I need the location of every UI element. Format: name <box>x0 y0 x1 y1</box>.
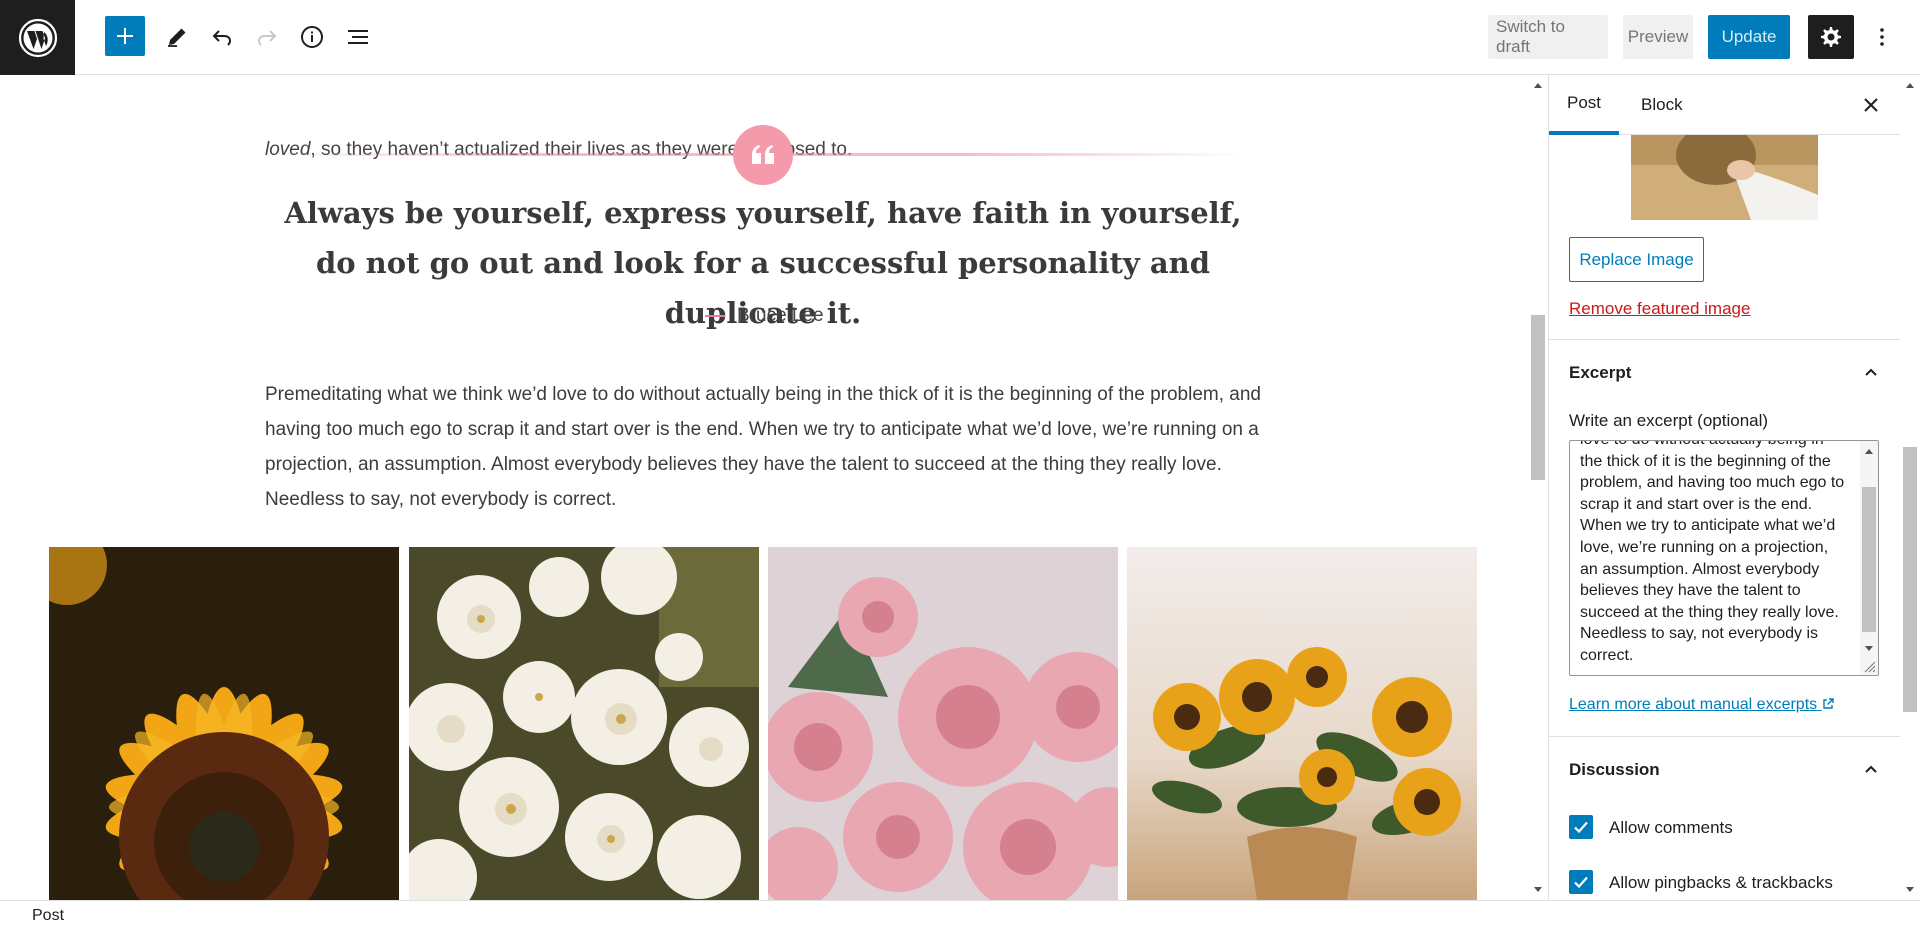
external-link-icon <box>1822 698 1834 709</box>
sidebar-tabs: Post Block <box>1549 75 1900 135</box>
editor-header: Switch to draft Preview Update <box>0 0 1920 75</box>
remove-featured-image-link[interactable]: Remove featured image <box>1569 299 1750 319</box>
scroll-up-arrow-icon[interactable] <box>1900 78 1920 92</box>
update-button[interactable]: Update <box>1708 15 1790 59</box>
add-block-button[interactable] <box>105 16 145 56</box>
preview-button[interactable]: Preview <box>1623 15 1693 59</box>
gear-icon <box>1821 27 1841 47</box>
chevron-up-icon[interactable] <box>1859 757 1883 781</box>
settings-button[interactable] <box>1808 15 1854 59</box>
citation-dash <box>705 315 725 317</box>
close-sidebar-button[interactable] <box>1851 85 1891 125</box>
switch-to-draft-button[interactable]: Switch to draft <box>1488 15 1608 59</box>
canvas-scrollbar-thumb[interactable] <box>1531 315 1545 480</box>
quote-icon <box>733 125 793 185</box>
scroll-down-arrow-icon[interactable] <box>1860 643 1878 655</box>
pencil-icon <box>168 28 186 47</box>
sidebar-scrollbar-thumb[interactable] <box>1903 447 1917 712</box>
list-view-icon <box>348 30 368 44</box>
tools-button[interactable] <box>157 17 197 57</box>
scroll-down-arrow-icon[interactable] <box>1900 883 1920 897</box>
chevron-up-icon[interactable] <box>1859 360 1883 384</box>
scroll-down-arrow-icon[interactable] <box>1528 883 1548 897</box>
panel-divider <box>1549 736 1900 737</box>
gallery-image-sunflower-vase[interactable] <box>1127 547 1477 900</box>
allow-comments-label[interactable]: Allow comments <box>1609 818 1733 838</box>
scroll-up-arrow-icon[interactable] <box>1860 445 1878 457</box>
citation-text: Bruce Lee <box>737 305 824 326</box>
info-icon <box>301 26 323 48</box>
gallery-image-pink-roses[interactable] <box>768 547 1118 900</box>
learn-more-text: Learn more about manual excerpts <box>1569 696 1818 713</box>
excerpt-scrollbar[interactable] <box>1860 441 1878 675</box>
gallery-image-sunflower[interactable] <box>49 547 399 900</box>
more-vertical-icon <box>1880 28 1884 46</box>
panel-divider <box>1549 339 1900 340</box>
breadcrumb-post[interactable]: Post <box>32 907 64 925</box>
paragraph-block[interactable]: Premeditating what we think we’d love to… <box>265 377 1275 517</box>
close-icon <box>1864 98 1878 112</box>
allow-comments-checkbox[interactable] <box>1569 815 1593 839</box>
excerpt-text[interactable]: love to do without actually being in the… <box>1580 441 1850 667</box>
undo-icon <box>212 30 232 46</box>
redo-icon <box>257 30 277 46</box>
excerpt-label: Write an excerpt (optional) <box>1569 411 1769 430</box>
redo-button[interactable] <box>247 17 287 57</box>
allow-pingbacks-checkbox[interactable] <box>1569 870 1593 894</box>
resize-handle-icon[interactable] <box>1862 659 1876 673</box>
list-view-button[interactable] <box>338 17 378 57</box>
excerpt-scrollbar-thumb[interactable] <box>1862 487 1876 632</box>
learn-more-excerpts-link[interactable]: Learn more about manual excerpts <box>1569 696 1834 714</box>
excerpt-panel-title[interactable]: Excerpt <box>1569 363 1631 383</box>
settings-sidebar: Post Block Replace Image Remove featured… <box>1548 75 1920 900</box>
check-icon <box>1574 876 1588 889</box>
discussion-panel-title[interactable]: Discussion <box>1569 760 1660 780</box>
editor-canvas[interactable]: loved, so they haven’t actualized their … <box>0 75 1528 900</box>
options-button[interactable] <box>1862 17 1902 57</box>
gallery-image-white-flowers[interactable] <box>409 547 759 900</box>
check-icon <box>1574 821 1588 834</box>
details-button[interactable] <box>292 17 332 57</box>
sidebar-scrollbar[interactable] <box>1900 75 1920 900</box>
canvas-scrollbar[interactable] <box>1528 75 1548 900</box>
excerpt-textarea[interactable]: love to do without actually being in the… <box>1569 440 1879 676</box>
scroll-up-arrow-icon[interactable] <box>1528 78 1548 92</box>
featured-image-thumbnail[interactable] <box>1631 135 1818 220</box>
emphasized-text: loved <box>265 139 311 160</box>
quote-citation[interactable]: Bruce Lee <box>705 305 824 327</box>
allow-pingbacks-label[interactable]: Allow pingbacks & trackbacks <box>1609 873 1833 893</box>
tab-block[interactable]: Block <box>1631 75 1693 135</box>
wordpress-logo-icon[interactable] <box>0 0 75 75</box>
undo-button[interactable] <box>202 17 242 57</box>
replace-image-button[interactable]: Replace Image <box>1569 237 1704 282</box>
block-breadcrumb-bar: Post <box>0 900 1920 928</box>
plus-icon <box>117 28 133 44</box>
tab-post[interactable]: Post <box>1549 75 1619 135</box>
